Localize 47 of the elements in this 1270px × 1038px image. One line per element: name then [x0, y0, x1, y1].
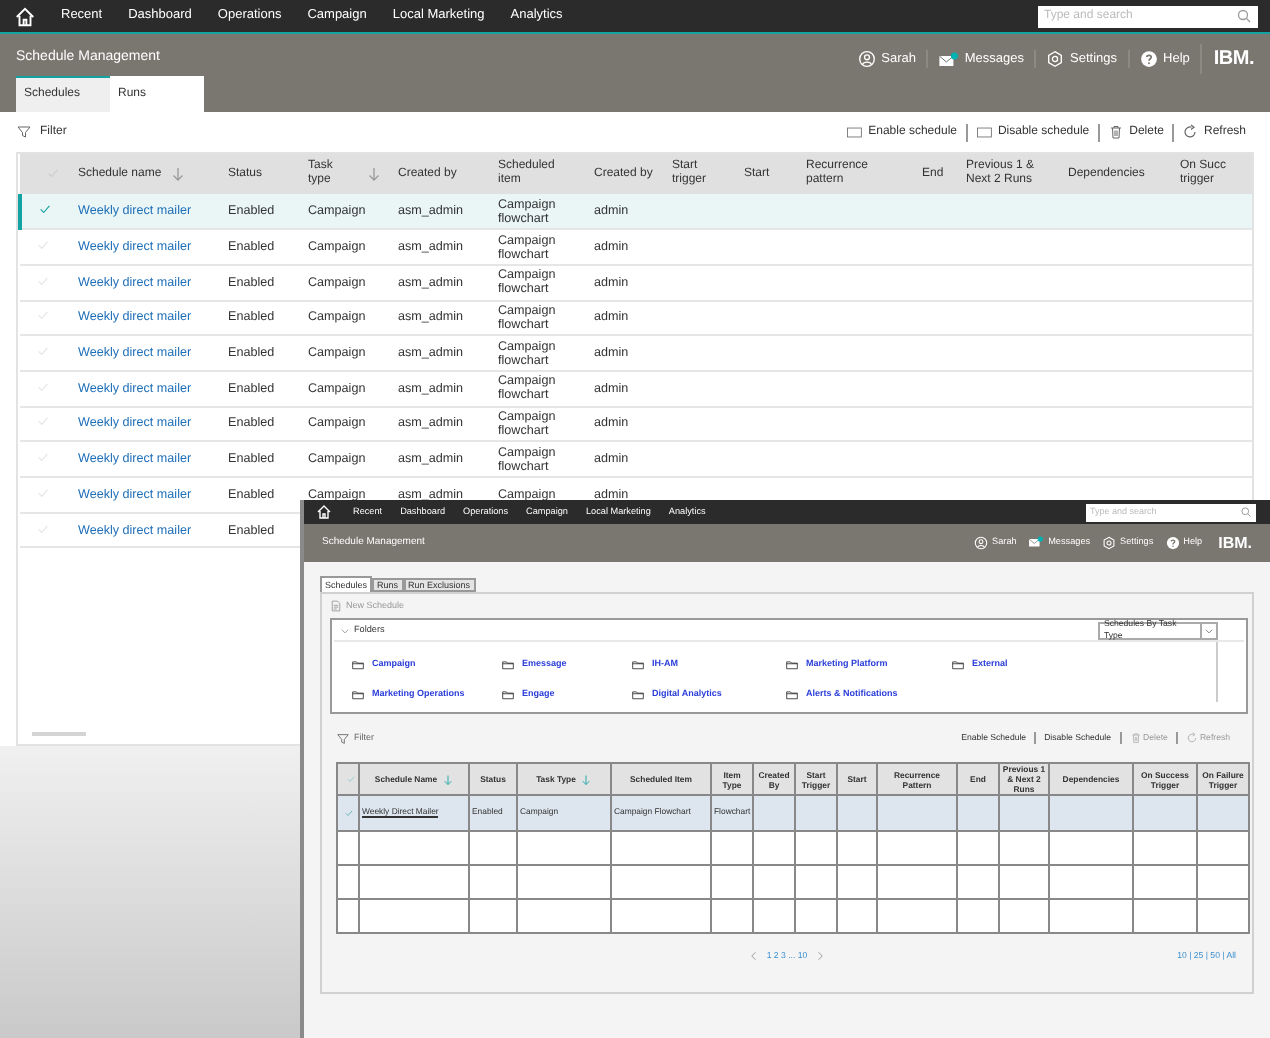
folder-icon	[352, 659, 364, 670]
settings-icon[interactable]	[1102, 536, 1117, 550]
sort-arrow-icon[interactable]	[169, 166, 186, 182]
chevron-down-icon[interactable]	[1204, 625, 1214, 635]
trash-icon	[1129, 732, 1142, 744]
user-icon[interactable]	[857, 50, 876, 68]
user-icon[interactable]	[974, 536, 989, 550]
next-page-icon[interactable]	[813, 950, 826, 962]
folder-icon	[952, 659, 964, 670]
folder-icon	[502, 689, 514, 700]
chevron-down-icon[interactable]	[340, 625, 350, 635]
sort-arrow-icon[interactable]	[441, 773, 454, 785]
check-icon[interactable]	[346, 773, 356, 783]
folder-icon	[352, 689, 364, 700]
checkbox-icon	[975, 125, 992, 139]
search-icon[interactable]	[1236, 8, 1252, 24]
scrollbar-thumb	[32, 732, 86, 736]
folder-icon	[502, 659, 514, 670]
help-icon[interactable]	[1139, 50, 1158, 68]
home-icon[interactable]	[316, 504, 332, 520]
check-icon[interactable]	[344, 807, 354, 817]
check-icon[interactable]	[36, 485, 50, 500]
folder-icon	[786, 659, 798, 670]
filter-icon[interactable]	[16, 124, 32, 140]
check-icon[interactable]	[38, 202, 52, 217]
check-icon[interactable]	[36, 308, 50, 323]
refresh-icon	[1181, 124, 1198, 140]
sort-arrow-icon[interactable]	[366, 166, 382, 182]
document-icon	[330, 600, 342, 612]
folder-icon	[786, 689, 798, 700]
checkbox-icon	[845, 125, 863, 139]
sort-arrow-icon[interactable]	[579, 773, 592, 785]
home-icon[interactable]	[13, 5, 35, 27]
envelope-icon[interactable]	[938, 51, 959, 67]
envelope-icon[interactable]	[1028, 536, 1045, 549]
search-icon[interactable]	[1240, 506, 1252, 518]
logo: IBM.	[1199, 44, 1254, 74]
logo: IBM.	[1216, 531, 1252, 555]
check-icon[interactable]	[36, 414, 50, 429]
folder-icon	[632, 659, 644, 670]
folder-icon	[632, 689, 644, 700]
filter-icon[interactable]	[336, 731, 350, 745]
refresh-icon	[1185, 732, 1198, 744]
settings-icon[interactable]	[1046, 50, 1065, 68]
previous-page-icon[interactable]	[748, 950, 761, 962]
trash-icon	[1107, 124, 1124, 140]
help-icon[interactable]	[1165, 536, 1180, 550]
